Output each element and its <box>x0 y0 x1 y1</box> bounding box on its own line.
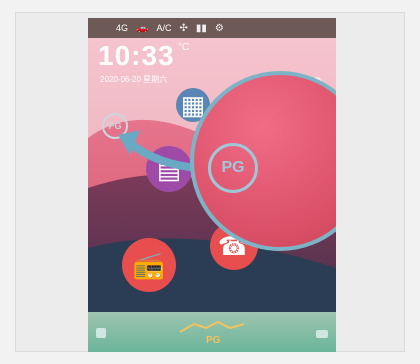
pg-app-large[interactable]: PG <box>208 143 258 193</box>
pg-large-label: PG <box>221 159 245 176</box>
bottom-dock: PG <box>88 312 336 352</box>
battery-indicator-icon <box>316 330 328 338</box>
car-outline-icon <box>179 320 245 333</box>
phone-screen: 4G 🚗 A/C ✣ ▮▮ ⚙ 10:33 °C 2020-06-20 星期六 … <box>88 18 336 352</box>
volume-icon[interactable] <box>96 328 106 338</box>
bottom-pg-label: PG <box>206 335 221 346</box>
